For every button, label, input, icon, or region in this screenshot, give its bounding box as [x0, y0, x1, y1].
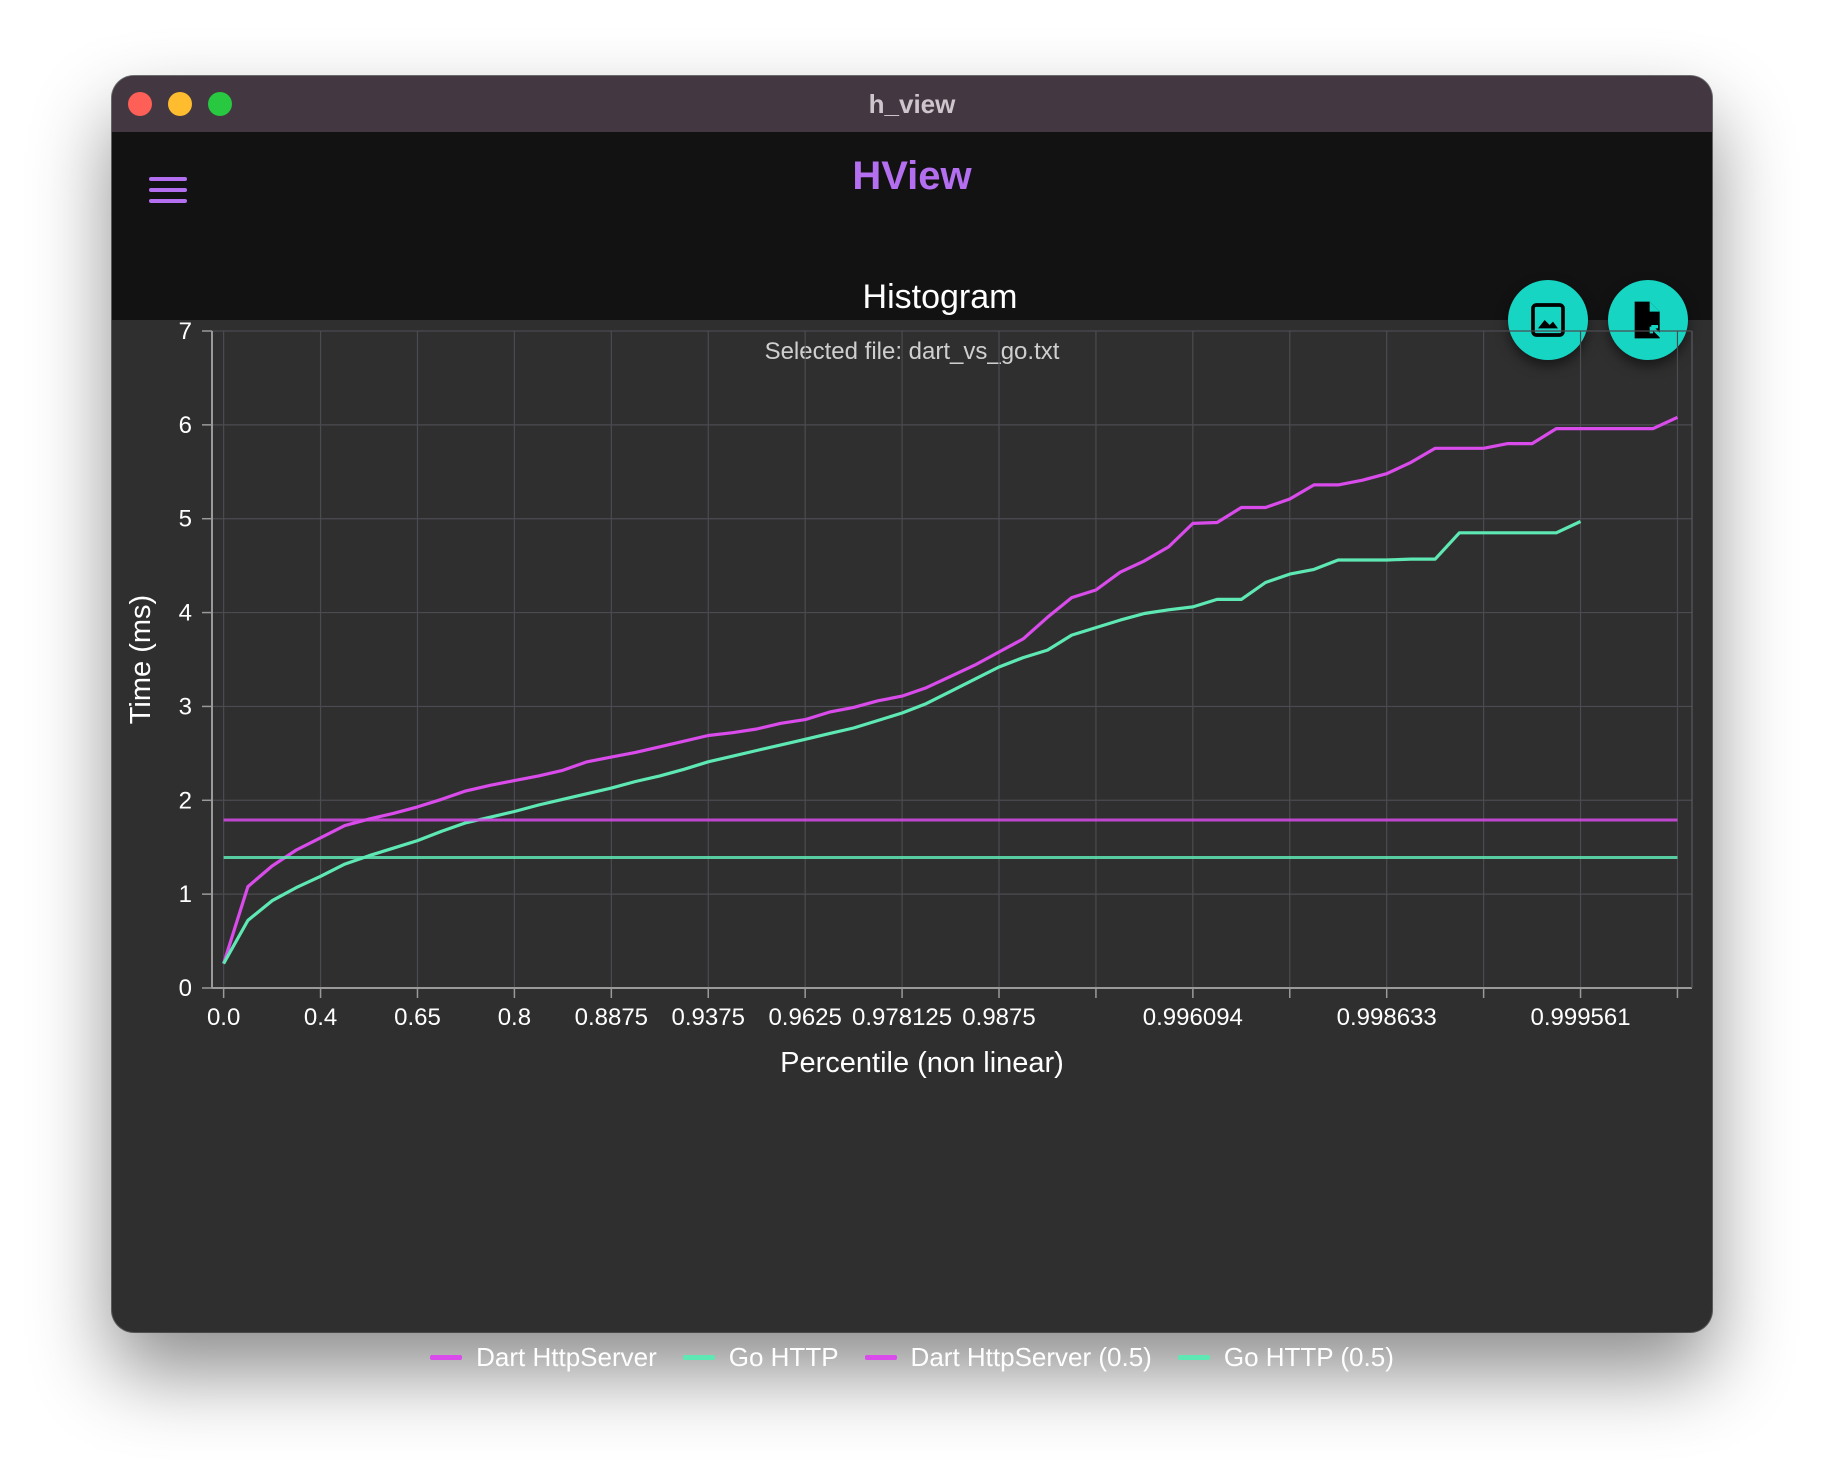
x-tick-label: 0.0 — [207, 1004, 240, 1031]
chart-title: Histogram — [863, 278, 1018, 316]
legend-label: Dart HttpServer (0.5) — [910, 1342, 1152, 1372]
x-tick-label: 0.4 — [304, 1004, 337, 1031]
legend-label: Go HTTP — [728, 1342, 839, 1372]
legend-label: Go HTTP (0.5) — [1223, 1342, 1394, 1372]
legend-item[interactable]: Go HTTP — [682, 1342, 839, 1373]
legend-item[interactable]: Dart HttpServer (0.5) — [864, 1342, 1152, 1373]
legend-swatch — [1177, 1355, 1210, 1360]
x-tick-label: 0.999561 — [1530, 1004, 1630, 1031]
legend-swatch — [430, 1355, 463, 1360]
x-tick-label: 0.998633 — [1337, 1004, 1437, 1031]
legend-item[interactable]: Go HTTP (0.5) — [1177, 1342, 1394, 1373]
x-tick-label: 0.8875 — [575, 1004, 648, 1031]
y-tick-label: 5 — [179, 506, 192, 533]
y-tick-label: 6 — [179, 412, 192, 439]
x-axis-label: Percentile (non linear) — [780, 1047, 1064, 1079]
x-tick-label: 0.8 — [498, 1004, 531, 1031]
legend-swatch — [682, 1355, 715, 1360]
y-tick-label: 0 — [179, 975, 192, 1002]
x-tick-label: 0.9625 — [768, 1004, 841, 1031]
y-tick-label: 1 — [179, 881, 192, 908]
x-tick-label: 0.996094 — [1143, 1004, 1243, 1031]
x-tick-label: 0.65 — [394, 1004, 441, 1031]
y-tick-label: 7 — [179, 318, 192, 345]
legend-swatch — [864, 1355, 897, 1360]
y-axis-label: Time (ms) — [125, 595, 157, 724]
legend-item[interactable]: Dart HttpServer — [430, 1342, 657, 1373]
chart-legend: Dart HttpServer Go HTTP Dart HttpServer (0… — [112, 1342, 1712, 1373]
x-tick-label: 0.9875 — [962, 1004, 1035, 1031]
legend-label: Dart HttpServer — [476, 1342, 657, 1372]
y-tick-label: 2 — [179, 787, 192, 814]
x-tick-label: 0.978125 — [852, 1004, 952, 1031]
chart-area: Histogram 0 1 2 3 4 5 6 7 0.0 0.4 0.65 0.8 0.8875 0.93… — [112, 76, 1712, 1372]
y-tick-label: 3 — [179, 693, 192, 720]
x-tick-label: 0.9375 — [672, 1004, 745, 1031]
y-tick-label: 4 — [179, 600, 192, 627]
histogram-chart[interactable]: Histogram 0 1 2 3 4 5 6 7 0.0 0.4 0.65 0.8 0.8875 0.93… — [112, 76, 1712, 1332]
